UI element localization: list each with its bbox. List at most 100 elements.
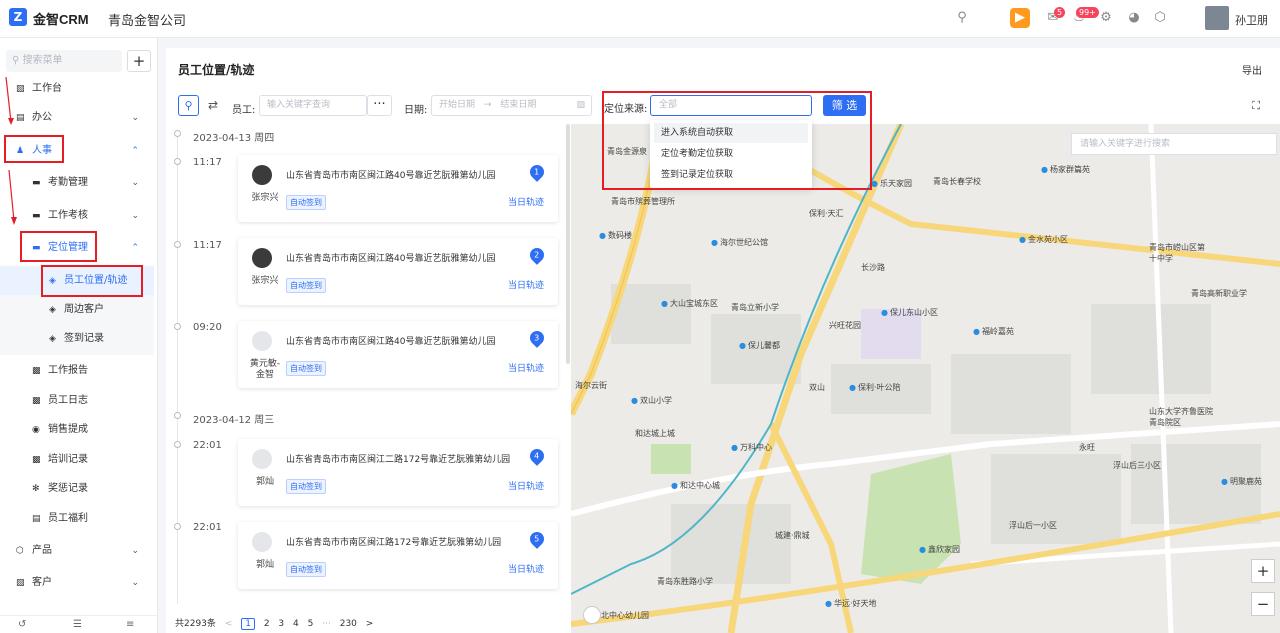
map-label: 和达城上城 (635, 429, 675, 438)
timeline-dot (174, 523, 181, 530)
map-label: 青岛东胜路小学 (657, 577, 713, 586)
timeline-time: 11:17 (193, 240, 222, 251)
daily-track-link[interactable]: 当日轨迹 (508, 562, 544, 575)
map-label: 数码楼 (599, 230, 632, 241)
page-2[interactable]: 2 (264, 619, 270, 629)
menu-search-input[interactable]: ⚲ 搜索菜单 (6, 50, 122, 72)
page-ellipsis[interactable]: ··· (322, 619, 331, 629)
chevron-up-icon: ⌃ (131, 243, 139, 253)
page-3[interactable]: 3 (278, 619, 284, 629)
timeline-scrollbar[interactable] (566, 124, 570, 364)
sidebar-item-nearby-customers[interactable]: ◈ 周边客户 (0, 296, 157, 324)
record-card[interactable]: 郭灿 山东省青岛市市南区闽江路172号靠近艺朊雅第幼儿园 自动签到 当日轨迹 5 (238, 522, 558, 589)
map-pin-icon[interactable]: 3 (527, 328, 547, 348)
page-4[interactable]: 4 (293, 619, 299, 629)
end-date: 结束日期 (500, 100, 537, 110)
status-badge: 自动签到 (286, 195, 326, 210)
zoom-in-button[interactable]: + (1251, 559, 1275, 583)
location-pin-button[interactable]: ⚲ (178, 95, 199, 116)
cube-icon[interactable]: ⬡ (1152, 10, 1168, 26)
annotation-box (20, 231, 97, 262)
logo-icon: Z (9, 8, 27, 26)
annotation-box (602, 91, 872, 190)
map-pin-icon[interactable]: 1 (527, 162, 547, 182)
map-pin-icon[interactable]: 4 (527, 446, 547, 466)
sidebar-item-sales-commission[interactable]: ◉ 销售提成 (0, 416, 157, 444)
notify-badge: 99+ (1076, 7, 1099, 18)
next-page-button[interactable]: > (366, 619, 374, 629)
locate-me-button[interactable] (583, 606, 601, 624)
document-icon: ▩ (32, 396, 41, 406)
sidebar-item-employee-log[interactable]: ▩ 员工日志 (0, 387, 157, 415)
map-label: 双山 (809, 383, 825, 392)
map-label: 青岛市殡葬管理所 (611, 197, 675, 206)
document-icon: ▩ (32, 366, 41, 376)
sidebar-item-checkin-records[interactable]: ◈ 签到记录 (0, 325, 157, 353)
map-label: 浮山后三小区 (1113, 461, 1161, 470)
calendar-icon: ▧ (576, 100, 585, 110)
map-pin-icon[interactable]: 2 (527, 245, 547, 265)
record-card[interactable]: 黄元敏-金智 山东省青岛市市南区闽江路40号靠近艺朊雅第幼儿园 自动签到 当日轨… (238, 321, 558, 388)
daily-track-link[interactable]: 当日轨迹 (508, 479, 544, 492)
avatar[interactable] (1205, 6, 1229, 30)
chevron-down-icon: ⌄ (131, 113, 139, 123)
gift-icon: ▤ (32, 514, 41, 524)
export-button[interactable]: 导出 (1242, 62, 1262, 77)
user-name[interactable]: 孙卫朋 (1235, 12, 1268, 28)
map-pin-icon[interactable]: 5 (527, 529, 547, 549)
daily-track-link[interactable]: 当日轨迹 (508, 195, 544, 208)
sidebar-item-rewards[interactable]: ✻ 奖惩记录 (0, 475, 157, 503)
record-card[interactable]: 张宗兴 山东省青岛市市南区闽江路40号靠近艺朊雅第幼儿园 自动签到 当日轨迹 1 (238, 155, 558, 222)
page-5[interactable]: 5 (308, 619, 314, 629)
add-button[interactable]: + (127, 50, 151, 72)
page-1[interactable]: 1 (241, 618, 255, 630)
swap-icon[interactable]: ⇄ (208, 98, 218, 112)
daily-track-link[interactable]: 当日轨迹 (508, 278, 544, 291)
employee-search-input[interactable]: 输入关键字查询 (259, 95, 367, 116)
map-label: 杨家群篇苑 (1041, 164, 1090, 175)
sidebar-item-welfare[interactable]: ▤ 员工福利 (0, 505, 157, 533)
history-icon[interactable]: ↺ (18, 619, 26, 630)
chart-icon[interactable]: ◕ (1126, 10, 1142, 26)
timeline-dot (174, 323, 181, 330)
map-label: 山东大学齐鲁医院青岛院区 (1149, 407, 1213, 427)
status-badge: 自动签到 (286, 278, 326, 293)
map-label: 金水苑小区 (1019, 234, 1068, 245)
address: 山东省青岛市市南区闽江路40号靠近艺朊雅第幼儿园 (286, 337, 496, 347)
map-label: 华远·好天地 (825, 598, 877, 609)
columns-icon[interactable]: ☰ (73, 619, 82, 630)
sidebar-item-customer[interactable]: ▧ 客户 ⌄ (0, 569, 157, 597)
date-range-input[interactable]: 开始日期 → 结束日期 ▧ (431, 95, 592, 116)
chevron-down-icon: ⌄ (131, 578, 139, 588)
speaker-icon[interactable]: ▶ (1010, 8, 1030, 28)
map[interactable]: 请输入关键字进行搜索 青岛金源泉 青岛市殡葬管理所 数码楼 海尔世纪公馆 保利·… (571, 124, 1280, 633)
map-label: 市北中心幼儿园 (593, 611, 649, 620)
address: 山东省青岛市市南区闽江路40号靠近艺朊雅第幼儿园 (286, 171, 496, 181)
gear-icon[interactable]: ⚙ (1098, 10, 1114, 26)
company-name[interactable]: 青岛金智公司 (108, 10, 186, 29)
start-date: 开始日期 (439, 100, 476, 110)
map-label: 保利·天汇 (809, 209, 844, 218)
collapse-icon[interactable]: ≡ (126, 619, 134, 630)
map-label: 乐天家园 (871, 178, 912, 189)
document-icon: ▩ (32, 455, 41, 465)
sidebar-item-product[interactable]: ⬡ 产品 ⌄ (0, 537, 157, 565)
sidebar-item-training[interactable]: ▩ 培训记录 (0, 446, 157, 474)
annotation-arrows (5, 76, 17, 225)
search-icon[interactable]: ⚲ (954, 10, 970, 26)
page-title: 员工位置/轨迹 (178, 63, 255, 77)
map-search-input[interactable]: 请输入关键字进行搜索 (1071, 133, 1277, 155)
fullscreen-icon[interactable]: ⛶ (1252, 99, 1260, 113)
record-card[interactable]: 郭灿 山东省青岛市市南区闽江二路172号靠近艺朊雅第幼儿园 自动签到 当日轨迹 … (238, 439, 558, 506)
timeline-time: 11:17 (193, 157, 222, 168)
timeline-date: 2023-04-13 周四 (193, 133, 275, 144)
sidebar-footer: ↺ ☰ ≡ (0, 615, 157, 633)
more-button[interactable]: ··· (367, 95, 392, 116)
map-roads (571, 124, 1280, 633)
page-last[interactable]: 230 (340, 619, 357, 629)
zoom-out-button[interactable]: − (1251, 592, 1275, 616)
record-card[interactable]: 张宗兴 山东省青岛市市南区闽江路40号靠近艺朊雅第幼儿园 自动签到 当日轨迹 2 (238, 238, 558, 305)
prev-page-button[interactable]: < (225, 619, 233, 629)
sidebar-item-work-report[interactable]: ▩ 工作报告 (0, 357, 157, 385)
daily-track-link[interactable]: 当日轨迹 (508, 361, 544, 374)
